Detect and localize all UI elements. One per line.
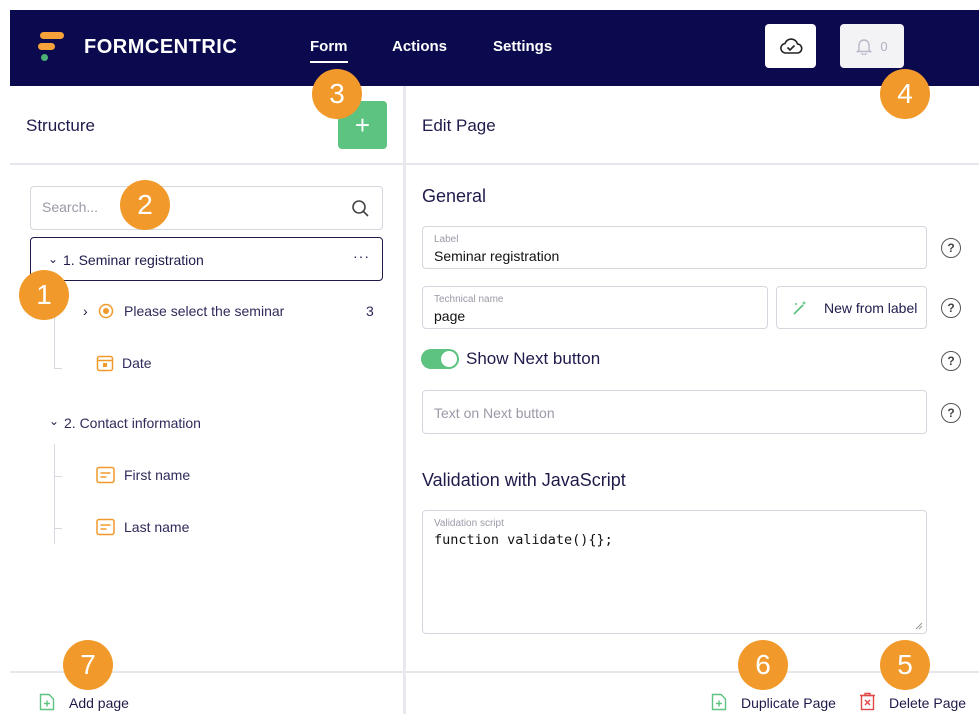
structure-title: Structure	[26, 116, 95, 135]
page-label: 1. Seminar registration	[63, 252, 204, 268]
nav-actions[interactable]: Actions	[392, 38, 447, 55]
new-from-label-button[interactable]: New from label	[776, 286, 927, 329]
help-icon[interactable]: ?	[941, 238, 961, 258]
brand-name: FORMCENTRIC	[84, 36, 238, 58]
page-item-contact-information[interactable]: 2. Contact information	[64, 415, 201, 431]
nav-form[interactable]: Form	[310, 38, 348, 63]
callout-5: 5	[880, 640, 930, 690]
tree-line	[54, 368, 62, 369]
new-from-label-text: New from label	[824, 300, 918, 316]
delete-page-button[interactable]: Delete Page	[889, 695, 966, 711]
text-field-icon	[96, 518, 115, 536]
cloud-check-icon	[779, 38, 803, 54]
chevron-right-icon[interactable]: ›	[83, 303, 88, 319]
add-page-icon[interactable]	[39, 693, 55, 711]
tree-item-date[interactable]: Date	[122, 355, 152, 371]
technical-name-field[interactable]: Technical name page	[422, 286, 768, 329]
page-item-seminar-registration[interactable]: ⌄ 1. Seminar registration ···	[30, 237, 383, 281]
search-input[interactable]	[42, 199, 322, 215]
help-icon[interactable]: ?	[941, 351, 961, 371]
validation-script-value[interactable]: function validate(){};	[434, 532, 613, 548]
chevron-down-icon[interactable]: ⌄	[49, 414, 59, 428]
duplicate-page-icon[interactable]	[711, 693, 727, 711]
more-options-icon[interactable]: ···	[353, 248, 370, 264]
tree-line	[54, 444, 55, 544]
trash-icon[interactable]	[859, 692, 876, 711]
validation-script-field[interactable]: Validation script function validate(){};	[422, 510, 927, 634]
add-page-button[interactable]: Add page	[69, 695, 129, 711]
callout-2: 2	[120, 180, 170, 230]
next-button-text-placeholder: Text on Next button	[434, 405, 555, 421]
label-value[interactable]: Seminar registration	[434, 248, 559, 264]
structure-header-divider	[10, 163, 403, 165]
show-next-toggle[interactable]	[421, 349, 459, 369]
notifications-button[interactable]: 0	[840, 24, 904, 68]
field-label: Label	[434, 234, 459, 245]
nav-settings[interactable]: Settings	[493, 38, 552, 55]
general-section-title: General	[422, 186, 487, 206]
resize-handle-icon[interactable]	[915, 622, 923, 630]
label-field[interactable]: Label Seminar registration	[422, 226, 927, 269]
tree-item-last-name[interactable]: Last name	[124, 519, 189, 535]
technical-name-value[interactable]: page	[434, 308, 465, 324]
callout-3: 3	[312, 69, 362, 119]
edit-header-divider	[406, 163, 979, 165]
bell-icon	[856, 39, 873, 55]
top-bar: FORMCENTRIC Form Actions Settings 0	[10, 10, 979, 86]
help-icon[interactable]: ?	[941, 298, 961, 318]
tree-item-select-seminar[interactable]: Please select the seminar	[124, 303, 284, 319]
chevron-down-icon[interactable]: ⌄	[48, 252, 58, 266]
edit-page-title: Edit Page	[422, 116, 496, 135]
help-icon[interactable]: ?	[941, 403, 961, 423]
next-button-text-field[interactable]: Text on Next button	[422, 390, 927, 434]
formcentric-logo	[38, 32, 66, 62]
field-label: Technical name	[434, 294, 504, 305]
validation-section-title: Validation with JavaScript	[422, 470, 626, 490]
callout-7: 7	[63, 640, 113, 690]
calendar-icon	[96, 355, 114, 372]
show-next-label: Show Next button	[466, 349, 601, 368]
callout-6: 6	[738, 640, 788, 690]
search-icon[interactable]	[351, 199, 370, 218]
field-label: Validation script	[434, 518, 504, 529]
magic-wand-icon	[793, 300, 807, 315]
item-count: 3	[366, 303, 374, 319]
tree-item-first-name[interactable]: First name	[124, 467, 190, 483]
panel-divider	[403, 86, 406, 714]
callout-1: 1	[19, 270, 69, 320]
notification-count: 0	[880, 38, 888, 54]
radio-icon	[98, 303, 114, 319]
text-field-icon	[96, 466, 115, 484]
callout-4: 4	[880, 69, 930, 119]
duplicate-page-button[interactable]: Duplicate Page	[741, 695, 836, 711]
search-box	[30, 186, 383, 230]
save-cloud-button[interactable]	[765, 24, 816, 68]
tree-line	[54, 476, 62, 477]
tree-line	[54, 528, 62, 529]
